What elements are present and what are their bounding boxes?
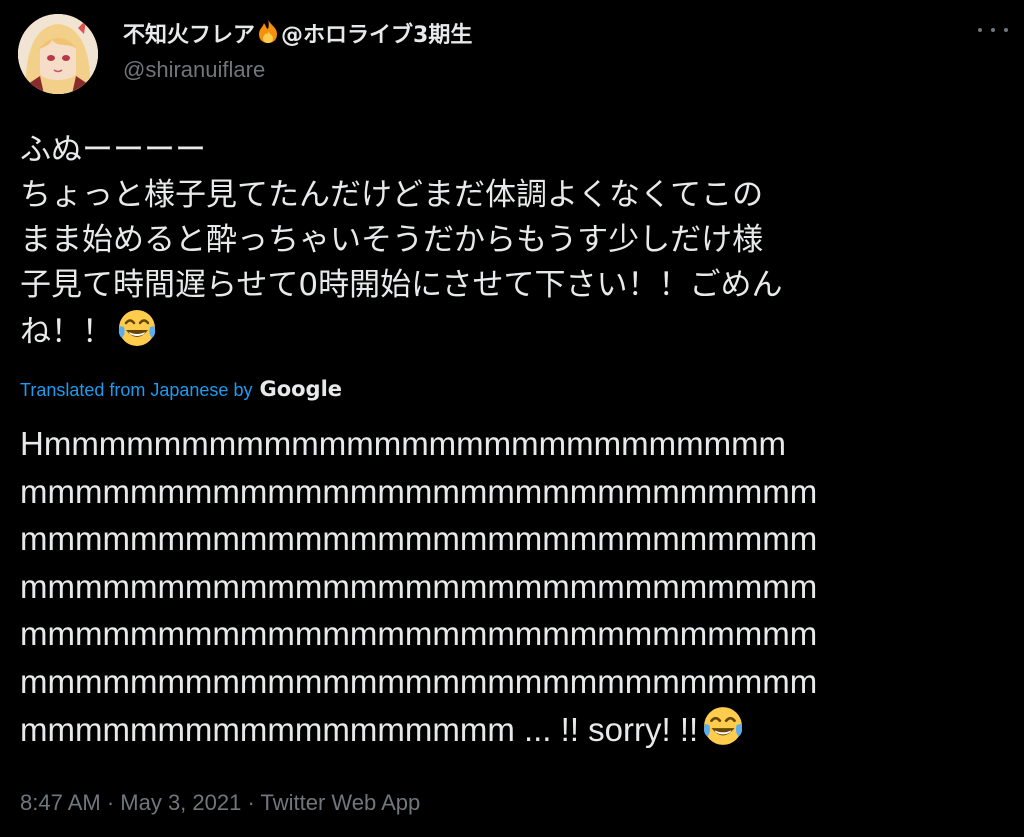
tweet-text-translation: Hmmmmmmmmmmmmmmmmmmmmmmmmmmm mmmmmmmmmmm… <box>20 420 1010 760</box>
translation-line: mmmmmmmmmmmmmmmmmmmmmmmmmmmmm <box>20 472 818 510</box>
avatar-image <box>18 14 98 94</box>
tweet-text-line: ふぬーーーー <box>20 132 206 168</box>
tweet-text-original: ふぬーーーー ちょっと様子見てたんだけどまだ体調よくなくてこの まま始めると酔っ… <box>20 128 1010 361</box>
tweet-text-line: まま始めると酔っちゃいそうだからもうす少しだけ様 <box>20 222 764 258</box>
translation-line: mmmmmmmmmmmmmmmmmmmmmmmmmmmmm <box>20 567 818 605</box>
face-with-tears-of-joy-icon <box>702 705 744 760</box>
author-names: 不知火フレア @ホロライブ3期生 @shiranuiflare <box>123 18 472 85</box>
translation-line: mmmmmmmmmmmmmmmmmmmmmmmmmmmmm <box>20 615 818 652</box>
translation-line: mmmmmmmmmmmmmmmmmmmmmmmmmmmmm <box>20 520 818 557</box>
display-name[interactable]: 不知火フレア @ホロライブ3期生 <box>123 18 472 53</box>
tweet: 不知火フレア @ホロライブ3期生 @shiranuiflare ふぬーーーー ち… <box>0 0 1024 837</box>
translation-line-last: mmmmmmmmmmmmmmmmmm ... !! sorry! !! <box>20 705 1010 760</box>
google-logo-text: Google <box>259 377 343 401</box>
translation-line-content: mmmmmmmmmmmmmmmmmm ... !! sorry! !! <box>20 711 699 748</box>
fire-emoji-icon <box>256 18 280 53</box>
translation-line: Hmmmmmmmmmmmmmmmmmmmmmmmmmmm <box>20 425 787 462</box>
display-name-prefix: 不知火フレア <box>123 22 256 48</box>
display-name-suffix: @ホロライブ3期生 <box>281 22 473 48</box>
more-dot <box>991 28 995 32</box>
more-dot <box>978 28 982 32</box>
tweet-text-line: ちょっと様子見てたんだけどまだ体調よくなくてこの <box>20 177 764 213</box>
avatar[interactable] <box>18 14 98 94</box>
tweet-timestamp[interactable]: 8:47 AM · May 3, 2021 · Twitter Web App <box>20 788 420 818</box>
username-handle[interactable]: @shiranuiflare <box>123 55 472 85</box>
more-dot <box>1004 28 1008 32</box>
face-with-tears-of-joy-icon <box>117 308 157 361</box>
translation-attribution[interactable]: Translated from Japanese by Google <box>20 376 342 403</box>
tweet-text-line-content: ね！！ <box>20 314 113 350</box>
tweet-text-line: 子見て時間遅らせて0時開始にさせて下さい！！ごめん <box>20 267 783 303</box>
tweet-header: 不知火フレア @ホロライブ3期生 @shiranuiflare <box>18 14 1008 98</box>
translation-label: Translated from Japanese by <box>20 380 253 400</box>
tweet-text-line-last: ね！！ <box>20 308 1010 361</box>
translation-line: mmmmmmmmmmmmmmmmmmmmmmmmmmmmm <box>20 662 818 700</box>
more-options-icon[interactable] <box>978 20 1008 40</box>
